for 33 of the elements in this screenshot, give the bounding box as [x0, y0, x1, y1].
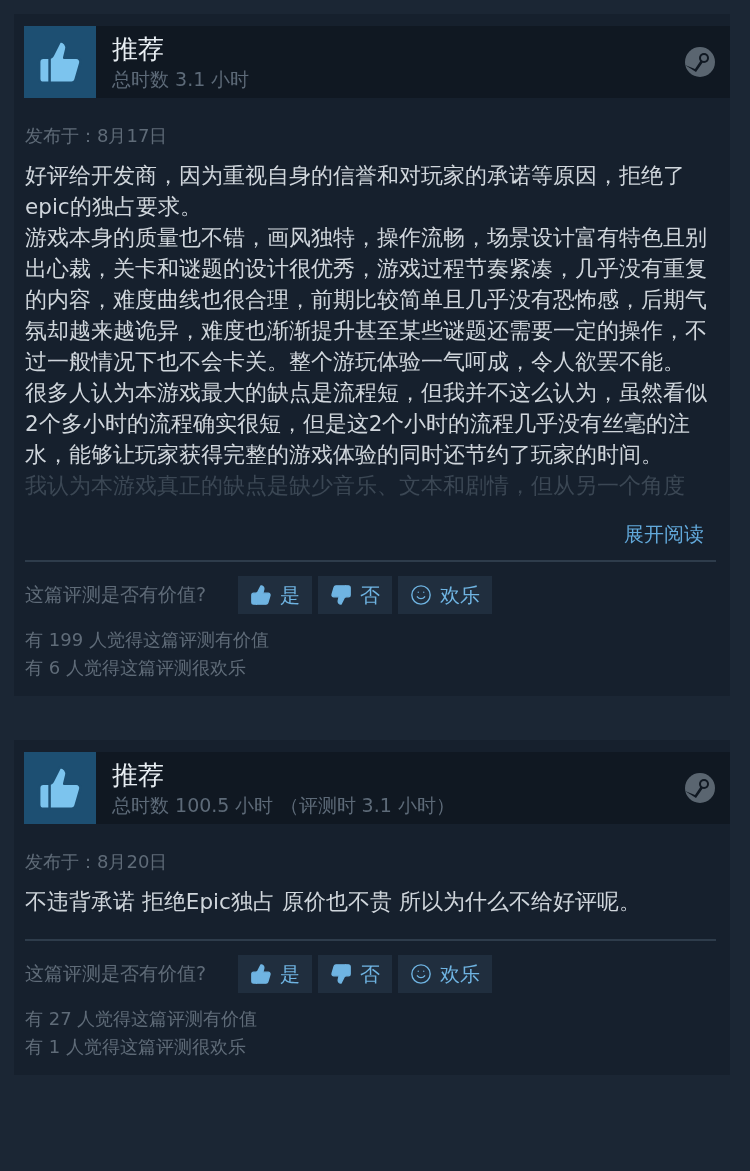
thumbs-up-icon — [250, 584, 273, 606]
vote-count: 有 27 人觉得这篇评测有价值 — [25, 1007, 259, 1031]
helpful-prompt: 这篇评测是否有价值? — [25, 961, 207, 986]
review-verdict: 推荐 — [112, 33, 165, 65]
helpful-prompt: 这篇评测是否有价值? — [25, 582, 207, 607]
smiley-icon — [410, 963, 433, 985]
vote-button[interactable]: 是 — [238, 576, 313, 614]
playtime-text: 总时数 3.1 小时 — [112, 67, 251, 91]
steam-logo-icon — [684, 772, 716, 804]
vote-button[interactable]: 是 — [238, 955, 313, 993]
review-paragraph: 游戏本身的质量也不错，画风独特，操作流畅，场景设计富有特色且别出心裁，关卡和谜题的设计很优秀，游戏过程节奏紧凑，几乎没有重复的内容，难度曲线也很合理，前期比较简单且几乎没有恐怖感，后期气氛却越来越诡异，难度也渐渐提升甚至某些谜题还需要一定的操作，不过一般情况下也不会卡关。整个游玩体验一气呵成，令人欲罢不能。 — [25, 224, 708, 376]
review-paragraph: 很多人认为本游戏最大的缺点是流程短，但我并不这么认为，虽然看似2个多小时的流程确实很短，但是这2个小时的流程几乎没有丝毫的注水，能够让玩家获得完整的游戏体验的同时还节约了玩家的时间。 — [25, 379, 708, 469]
thumbs-down-icon — [330, 584, 353, 606]
steam-logo-icon — [684, 46, 716, 78]
review-paragraph: 不违背承诺 拒绝Epic独占 原价也不贵 所以为什么不给好评呢。 — [25, 888, 642, 916]
review-verdict: 推荐 — [112, 759, 165, 791]
posted-date: 发布于：8月20日 — [25, 850, 169, 874]
posted-date: 发布于：8月17日 — [25, 124, 169, 148]
vote-count: 有 1 人觉得这篇评测很欢乐 — [25, 1035, 247, 1059]
thumbs-up-badge — [24, 752, 96, 824]
vote-button[interactable]: 欢乐 — [398, 955, 493, 993]
thumbs-up-badge — [24, 26, 96, 98]
expand-link[interactable]: 展开阅读 — [624, 521, 704, 548]
vote-count: 有 199 人觉得这篇评测有价值 — [25, 628, 270, 652]
smiley-icon — [410, 584, 433, 606]
review-paragraph: 好评给开发商，因为重视自身的信誉和对玩家的承诺等原因，拒绝了epic的独占要求。 — [25, 162, 686, 221]
thumbs-up-icon — [250, 963, 273, 985]
vote-count: 有 6 人觉得这篇评测很欢乐 — [25, 656, 247, 680]
playtime-text: 总时数 100.5 小时 （评测时 3.1 小时） — [112, 793, 456, 817]
vote-button[interactable]: 否 — [318, 576, 393, 614]
vote-button[interactable]: 否 — [318, 955, 393, 993]
vote-button[interactable]: 欢乐 — [398, 576, 493, 614]
thumbs-down-icon — [330, 963, 353, 985]
